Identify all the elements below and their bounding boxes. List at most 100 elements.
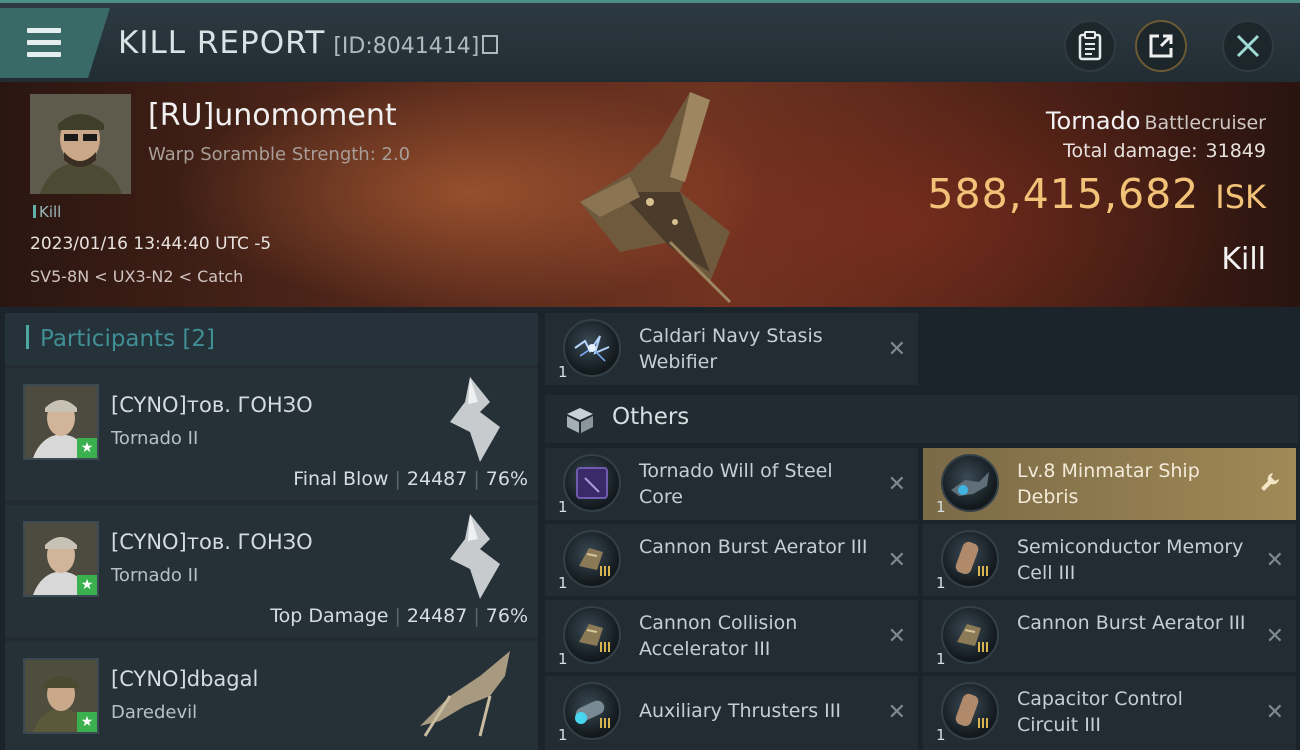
item-quantity: 1 (558, 574, 568, 592)
page-title-text: KILL REPORT (118, 25, 326, 61)
participant-stats: Final Blow | 24487 | 76% (293, 468, 528, 490)
close-icon (1236, 34, 1260, 58)
thruster-icon (563, 682, 621, 740)
kill-result: Kill (1221, 242, 1266, 277)
destroyed-icon: ✕ (887, 700, 906, 725)
star-icon: ★ (77, 575, 97, 595)
kill-tag-label: Kill (39, 203, 62, 221)
total-damage-label: Total damage: (1063, 140, 1198, 162)
participant-ship: Tornado II (111, 428, 199, 449)
victim-ship: Tornado Battlecruiser (1046, 107, 1266, 135)
star-icon: ★ (77, 712, 97, 732)
item-quantity: 1 (936, 574, 946, 592)
victim-ship-image (580, 92, 732, 304)
participant-name: [CYNO]dbagal (111, 667, 259, 691)
victim-banner: [RU]unomoment Warp Soramble Strength: 2.… (0, 82, 1300, 307)
capacitor-circuit-icon (941, 682, 999, 740)
title-bar: KILL REPORT [ID:8041414] (0, 0, 1300, 82)
participant-row[interactable]: ★ [CYNO]тов. ГОНЗО Tornado II Top Damage… (5, 505, 538, 637)
item-name: Auxiliary Thrusters III (639, 700, 841, 722)
item-name: Cannon Burst Aerator III (639, 536, 868, 558)
participants-panel: Participants [2] ★ [CYNO]тов. ГОНЗО Torn… (5, 313, 538, 750)
menu-button[interactable] (0, 8, 110, 78)
report-id: [ID:8041414] (333, 34, 480, 59)
rig-icon (563, 530, 621, 588)
others-label: Others (612, 404, 690, 430)
wrench-icon[interactable] (1258, 470, 1282, 494)
participant-row[interactable]: ★ [CYNO]dbagal Daredevil (5, 642, 538, 750)
isk-value-line: 588,415,682 ISK (927, 170, 1266, 218)
item-quantity: 1 (558, 650, 568, 668)
participant-name: [CYNO]тов. ГОНЗО (111, 393, 313, 417)
item-quantity: 1 (558, 363, 568, 381)
core-icon (563, 454, 621, 512)
participant-name: [CYNO]тов. ГОНЗО (111, 530, 313, 554)
kill-location: SV5-8N < UX3-N2 < Catch (30, 267, 244, 286)
clipboard-icon (1078, 31, 1102, 61)
participants-header: Participants [2] (5, 313, 538, 365)
destroyed-icon: ✕ (1265, 548, 1284, 573)
item-quantity: 1 (936, 650, 946, 668)
victim-ship-name: Tornado (1045, 107, 1141, 135)
destroyed-icon: ✕ (887, 624, 906, 649)
page-title: KILL REPORT [ID:8041414] (118, 25, 499, 61)
participant-row[interactable]: ★ [CYNO]тов. ГОНЗО Tornado II Final Blow… (5, 368, 538, 500)
item-card[interactable]: 1 Semiconductor Memory Cell III ✕ (923, 524, 1296, 596)
victim-subtitle: Warp Soramble Strength: 2.0 (148, 144, 411, 165)
participants-title-text: Participants (40, 326, 176, 352)
item-name: Caldari Navy Stasis Webifier (639, 325, 823, 373)
total-damage-value: 31849 (1205, 140, 1266, 162)
isk-unit: ISK (1215, 178, 1266, 216)
item-card[interactable]: 1 Cannon Burst Aerator III ✕ (545, 524, 918, 596)
item-card[interactable]: 1 Cannon Collision Accelerator III ✕ (545, 600, 918, 672)
item-card[interactable]: 1 Capacitor Control Circuit III ✕ (923, 676, 1296, 750)
participants-count: [2] (182, 326, 216, 352)
cube-icon (567, 408, 593, 433)
close-button[interactable] (1222, 20, 1274, 72)
item-name: Tornado Will of Steel Core (639, 460, 833, 508)
item-name: Capacitor Control Circuit III (1017, 688, 1183, 736)
item-card[interactable]: 1 Cannon Burst Aerator III ✕ (923, 600, 1296, 672)
participant-ship: Daredevil (111, 702, 198, 723)
item-quantity: 1 (936, 726, 946, 744)
ship-debris-icon (941, 454, 999, 512)
kill-tag: Kill (33, 203, 61, 221)
clipboard-button[interactable] (1064, 20, 1116, 72)
item-quantity: 1 (558, 726, 568, 744)
participant-label: Final Blow (293, 468, 389, 490)
participant-ship-image (450, 514, 500, 599)
memory-cell-icon (941, 530, 999, 588)
participant-percent: 76% (485, 605, 528, 627)
star-icon: ★ (77, 438, 97, 458)
item-name: Cannon Burst Aerator III (1017, 612, 1246, 634)
participant-label: Top Damage (270, 605, 389, 627)
avatar[interactable]: ★ (23, 658, 99, 734)
destroyed-icon: ✕ (887, 337, 906, 362)
participants-title: Participants [2] (40, 326, 215, 352)
participant-damage: 24487 (406, 605, 468, 627)
victim-ship-class: Battlecruiser (1144, 112, 1266, 134)
rig-icon (563, 606, 621, 664)
item-name: Cannon Collision Accelerator III (639, 612, 798, 660)
avatar[interactable]: ★ (23, 521, 99, 597)
copy-icon[interactable] (482, 35, 499, 54)
participant-ship: Tornado II (111, 565, 199, 586)
item-card[interactable]: 1 Auxiliary Thrusters III ✕ (545, 676, 918, 750)
item-card[interactable]: 1 Tornado Will of Steel Core ✕ (545, 448, 918, 520)
item-quantity: 1 (558, 498, 568, 516)
share-button[interactable] (1135, 20, 1187, 72)
item-name: Lv.8 Minmatar Ship Debris (1017, 460, 1200, 508)
participant-ship-image (420, 651, 510, 737)
item-card[interactable]: 1 Lv.8 Minmatar Ship Debris (923, 448, 1296, 520)
item-name: Semiconductor Memory Cell III (1017, 536, 1244, 584)
participant-damage: 24487 (406, 468, 468, 490)
webifier-icon (563, 319, 621, 377)
share-icon (1149, 34, 1173, 58)
destroyed-icon: ✕ (1265, 624, 1284, 649)
victim-portrait[interactable] (30, 94, 131, 194)
avatar[interactable]: ★ (23, 384, 99, 460)
destroyed-icon: ✕ (1265, 700, 1284, 725)
item-card[interactable]: 1 Caldari Navy Stasis Webifier ✕ (545, 313, 918, 385)
isk-value: 588,415,682 (927, 170, 1200, 218)
others-header: Others (545, 395, 1298, 443)
